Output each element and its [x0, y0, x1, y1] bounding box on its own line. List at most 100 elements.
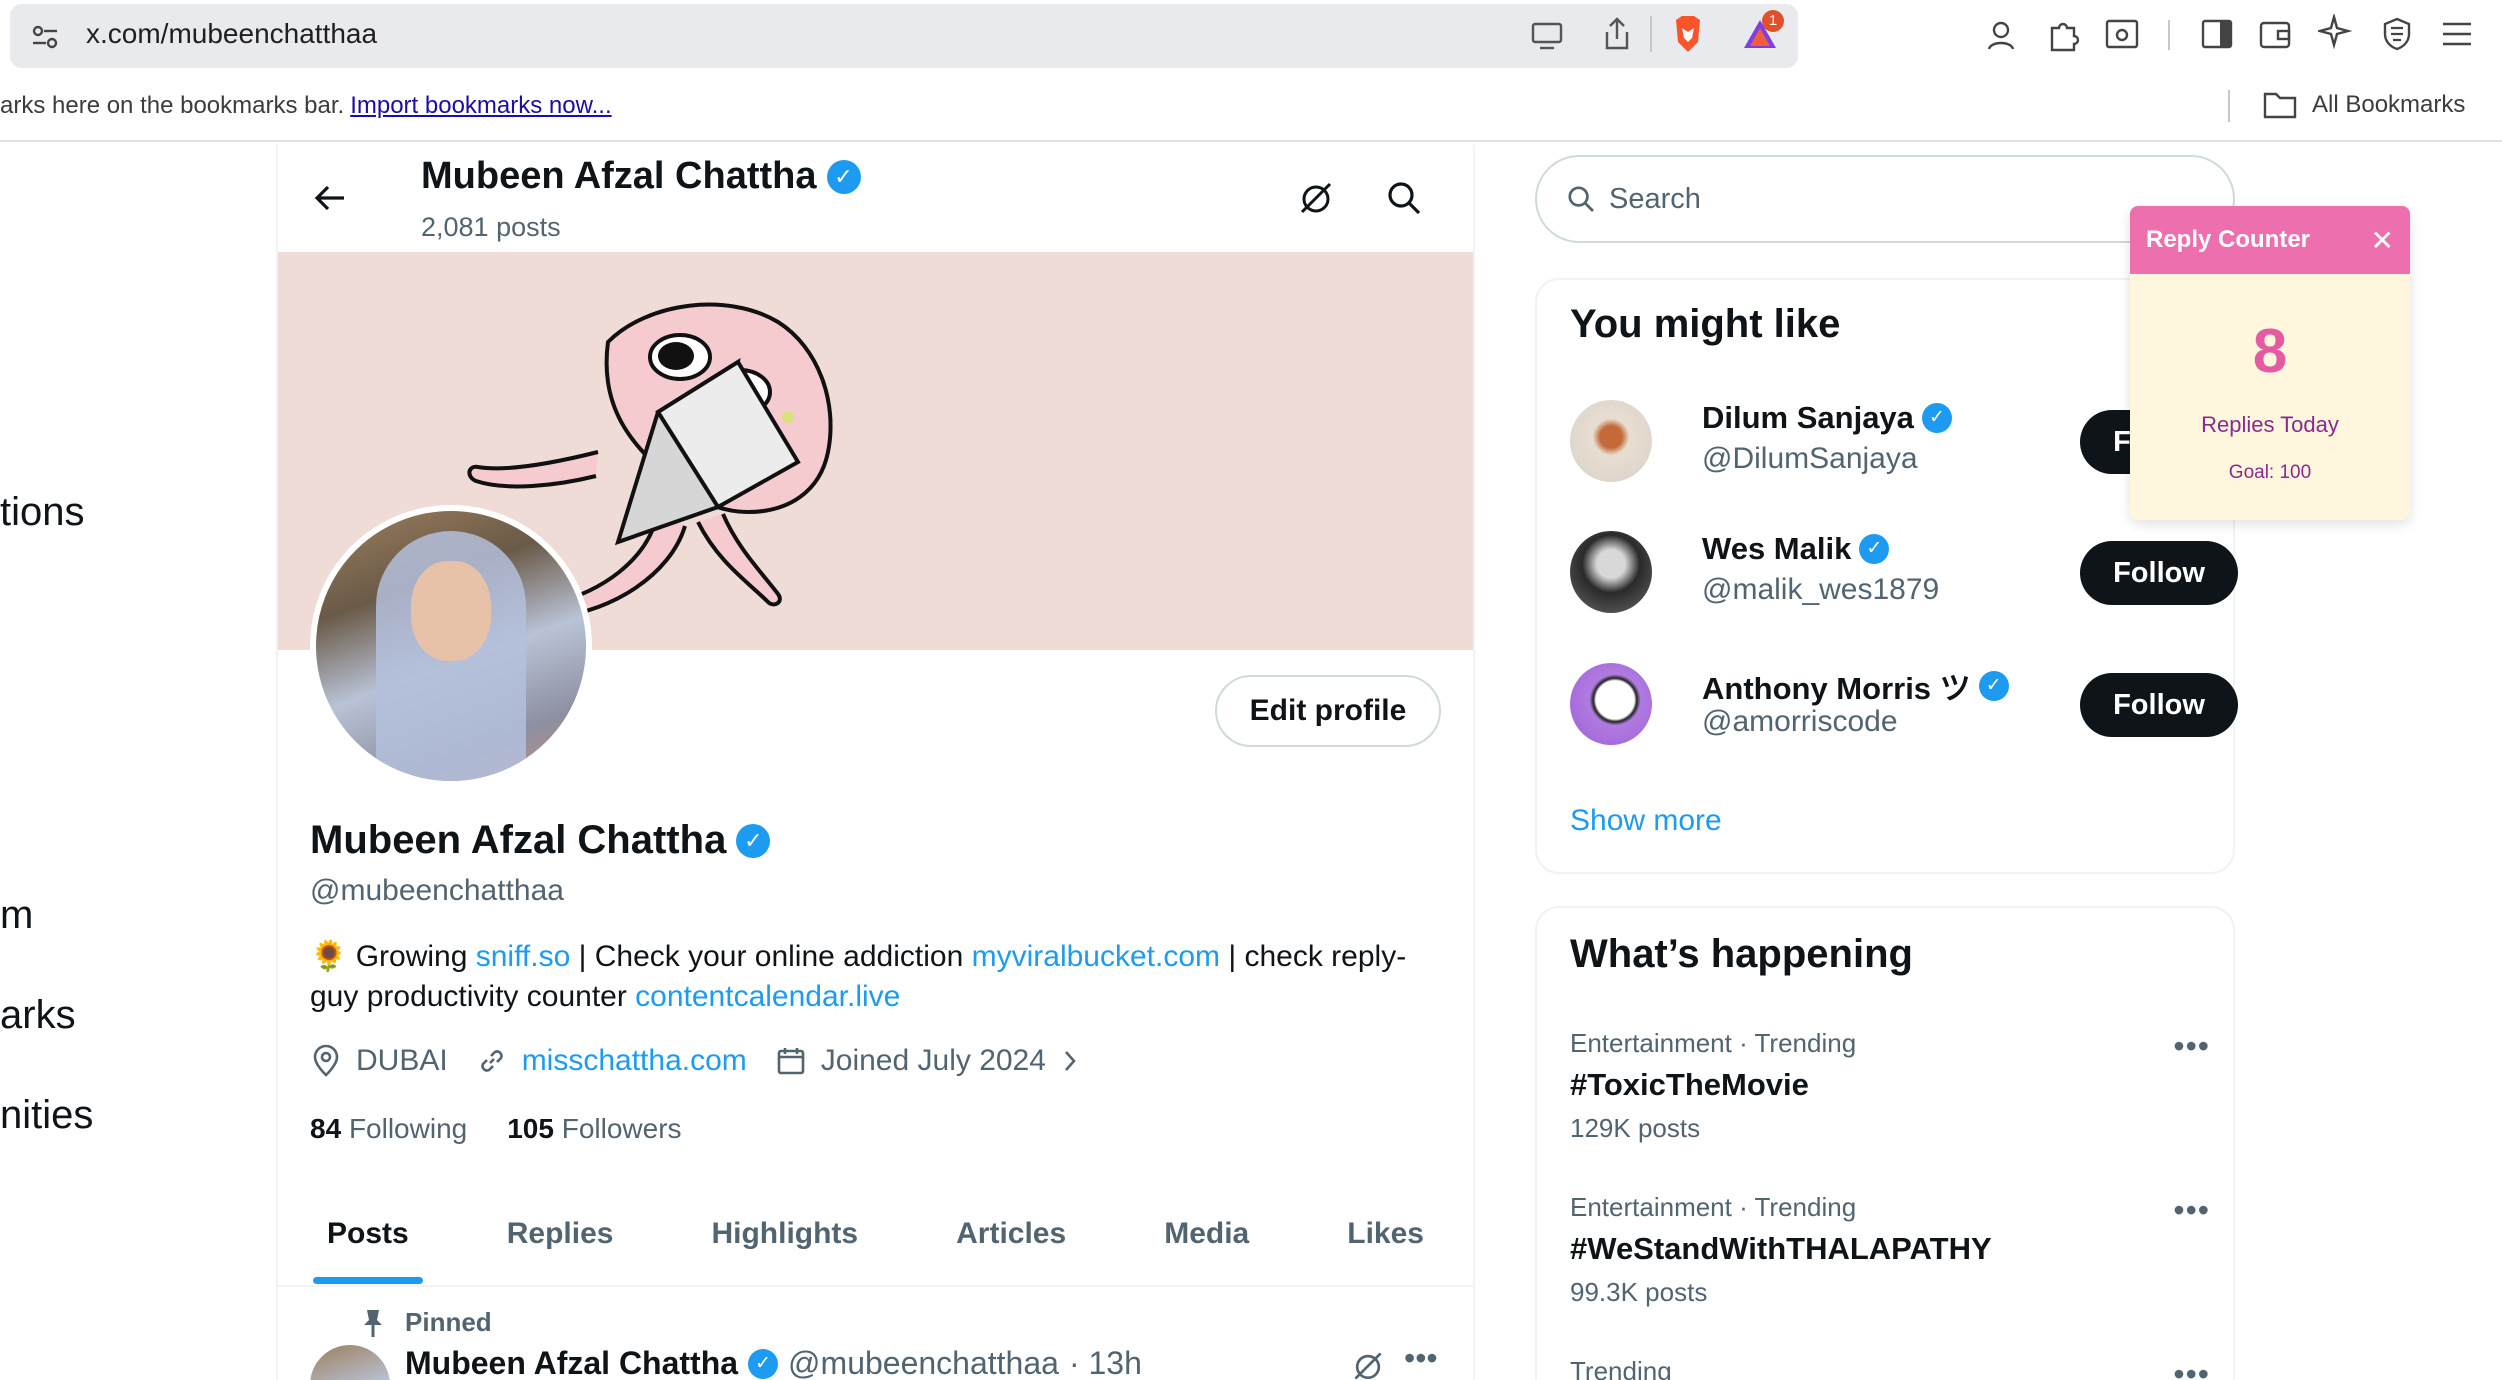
toolbar-divider: [2168, 20, 2170, 50]
bio-text: Growing: [347, 940, 476, 973]
bio-link-contentcalendar[interactable]: contentcalendar.live: [635, 980, 900, 1013]
tab-highlights[interactable]: Highlights: [711, 1205, 858, 1285]
verified-badge-icon: ✓: [1859, 534, 1890, 564]
bio-link-myviralbucket[interactable]: myviralbucket.com: [972, 940, 1220, 973]
profile-website[interactable]: misschattha.com: [522, 1044, 747, 1078]
following-label: Following: [348, 1113, 468, 1144]
more-options-icon[interactable]: •••: [1404, 1340, 1438, 1377]
trend-tag[interactable]: #ToxicTheMovie: [1570, 1067, 2210, 1103]
post-author-avatar[interactable]: [310, 1345, 390, 1380]
suggested-user-name[interactable]: Wes Malik: [1702, 531, 1851, 567]
user-avatar[interactable]: [1570, 400, 1652, 482]
all-bookmarks-button[interactable]: All Bookmarks: [2262, 90, 2465, 120]
reply-counter-label: Replies Today: [2201, 412, 2339, 437]
profile-location: DUBAI: [356, 1044, 448, 1077]
trends-title: What’s happening: [1570, 932, 1913, 976]
vpn-shield-icon[interactable]: [2380, 16, 2414, 52]
sidebar-toggle-icon[interactable]: [2200, 18, 2234, 50]
followers-link[interactable]: 105 Followers: [507, 1113, 681, 1145]
trends-card: What’s happening Entertainment · Trendin…: [1535, 906, 2235, 1380]
header-posts-count: 2,081 posts: [421, 212, 561, 242]
suggested-user[interactable]: Anthony Morris ツ ✓ @amorriscode Follow: [1570, 663, 2238, 753]
reply-counter-goal: Goal: 100: [2228, 462, 2312, 483]
grok-icon[interactable]: [1296, 178, 1336, 218]
pin-icon: [364, 1310, 382, 1337]
site-settings-icon[interactable]: [30, 22, 60, 52]
suggested-user[interactable]: Wes Malik ✓ @malik_wes1879 Follow: [1570, 531, 2238, 621]
brave-shields-icon[interactable]: [1670, 14, 1706, 54]
cast-icon[interactable]: [1530, 20, 1566, 52]
tab-media[interactable]: Media: [1164, 1205, 1249, 1285]
trend-item[interactable]: Entertainment · Trending #WeStandWithTHA…: [1570, 1192, 2210, 1308]
follow-button[interactable]: Follow: [2080, 673, 2238, 737]
tab-posts[interactable]: Posts: [313, 1205, 423, 1285]
more-options-icon[interactable]: •••: [2173, 1028, 2210, 1065]
search-placeholder: Search: [1609, 182, 1701, 215]
close-icon[interactable]: ✕: [2371, 224, 2394, 257]
suggested-user-name-row: Wes Malik ✓: [1702, 531, 1890, 567]
edit-profile-button[interactable]: Edit profile: [1215, 675, 1441, 747]
wallet-avatar-icon[interactable]: [1984, 18, 2018, 52]
more-options-icon[interactable]: •••: [2173, 1192, 2210, 1229]
profile-avatar[interactable]: [310, 505, 592, 787]
suggested-user-name-row: Dilum Sanjaya ✓: [1702, 400, 1952, 436]
following-link[interactable]: 84 Following: [310, 1113, 467, 1145]
post-author-handle[interactable]: @mubeenchatthaa: [788, 1345, 1059, 1380]
tab-replies[interactable]: Replies: [507, 1205, 614, 1285]
header-name: Mubeen Afzal Chattha: [421, 155, 817, 197]
reader-mode-icon[interactable]: [2104, 18, 2140, 50]
suggested-user-name[interactable]: Anthony Morris ツ: [1702, 663, 1971, 708]
suggested-user-name[interactable]: Dilum Sanjaya: [1702, 400, 1914, 436]
bookmarks-hint-text: arks here on the bookmarks bar.: [0, 92, 345, 119]
search-icon[interactable]: [1384, 178, 1424, 218]
profile-meta: DUBAI misschattha.com Joined July 2024: [310, 1044, 1080, 1078]
show-more-link[interactable]: Show more: [1570, 804, 1722, 838]
suggested-user[interactable]: Dilum Sanjaya✓ @DilumSanjaya Follow: [1570, 400, 2238, 490]
bookmarks-hint: arks here on the bookmarks bar. Import bo…: [0, 92, 612, 120]
post-time[interactable]: · 13h: [1069, 1345, 1142, 1380]
menu-icon[interactable]: [2440, 20, 2474, 48]
user-avatar[interactable]: [1570, 531, 1652, 613]
nav-item-premium[interactable]: m: [0, 893, 33, 938]
sunflower-emoji: 🌻: [310, 940, 348, 973]
profile-name-row: Mubeen Afzal Chattha ✓: [310, 818, 771, 863]
bio-link-sniff[interactable]: sniff.so: [476, 940, 571, 973]
trend-count: 99.3K posts: [1570, 1277, 1708, 1307]
follow-button[interactable]: Follow: [2080, 541, 2238, 605]
trend-item[interactable]: Trending •••: [1570, 1356, 2210, 1380]
search-icon: [1568, 186, 1594, 212]
user-avatar[interactable]: [1570, 663, 1652, 745]
share-icon[interactable]: [1602, 16, 1632, 52]
tab-articles[interactable]: Articles: [956, 1205, 1066, 1285]
extensions-icon[interactable]: [2046, 16, 2082, 52]
leo-ai-icon[interactable]: [2318, 14, 2354, 52]
bio-text: | Check your online addiction: [570, 940, 972, 973]
grok-icon[interactable]: [1350, 1348, 1386, 1380]
link-icon: [480, 1050, 503, 1072]
profile-tabs: Posts Replies Highlights Articles Media …: [278, 1205, 1473, 1287]
post-author-name[interactable]: Mubeen Afzal Chattha: [405, 1345, 738, 1380]
back-arrow-icon[interactable]: [310, 178, 350, 218]
more-options-icon[interactable]: •••: [2173, 1356, 2210, 1380]
trend-category: Entertainment · Trending: [1570, 1192, 1857, 1222]
chevron-right-icon[interactable]: [1060, 1047, 1080, 1075]
trend-count: 129K posts: [1570, 1113, 1701, 1143]
profile-bio: 🌻 Growing sniff.so | Check your online a…: [310, 937, 1430, 1017]
import-bookmarks-link[interactable]: Import bookmarks now...: [350, 92, 611, 119]
suggested-user-handle: @DilumSanjaya: [1702, 442, 1918, 475]
trend-item[interactable]: Entertainment · Trending #ToxicTheMovie …: [1570, 1028, 2210, 1144]
wallet-icon[interactable]: [2258, 18, 2292, 50]
url-text[interactable]: x.com/mubeenchatthaa: [86, 18, 377, 50]
tab-likes[interactable]: Likes: [1347, 1205, 1424, 1285]
verified-badge-icon: ✓: [1978, 670, 2009, 701]
nav-item-bookmarks[interactable]: arks: [0, 993, 76, 1038]
verified-badge-icon: ✓: [736, 823, 771, 858]
following-count: 84: [310, 1113, 342, 1144]
reply-counter-title: Reply Counter: [2130, 206, 2410, 274]
nav-item-notifications[interactable]: tions: [0, 490, 85, 535]
trend-tag[interactable]: #WeStandWithTHALAPATHY: [1570, 1231, 2210, 1267]
nav-item-communities[interactable]: nities: [0, 1093, 93, 1138]
verified-badge-icon: ✓: [826, 159, 861, 194]
follow-stats: 84 Following 105 Followers: [310, 1113, 682, 1145]
calendar-icon: [777, 1048, 805, 1075]
